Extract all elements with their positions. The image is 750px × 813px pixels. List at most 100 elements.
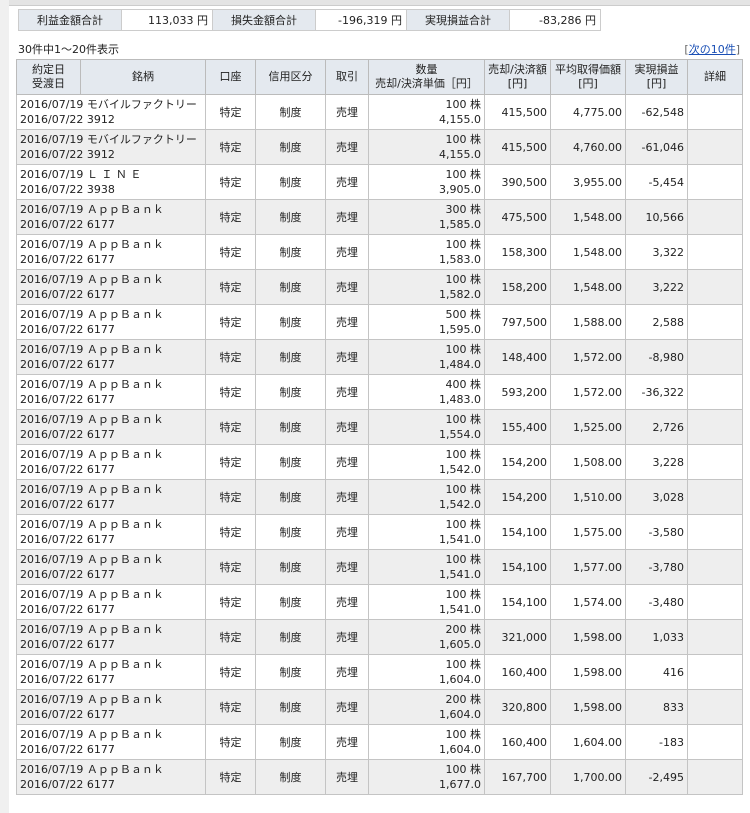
settle-date: 2016/07/22 xyxy=(20,533,84,546)
account-cell: 特定 xyxy=(205,584,256,620)
unit-price: 1,605.0 xyxy=(439,638,481,651)
stock-code: 6177 xyxy=(86,533,115,546)
avg-cost: 1,604.00 xyxy=(573,735,622,749)
stock-code: 6177 xyxy=(86,708,115,721)
dates-name-cell: 2016/07/19 モバイルファクトリー 2016/07/22 3912 xyxy=(16,94,206,130)
detail-cell xyxy=(687,269,743,305)
credit-type: 制度 xyxy=(279,525,302,539)
trade-type: 売埋 xyxy=(336,525,358,539)
amount-cell: 158,300 xyxy=(484,234,551,270)
trade-date: 2016/07/19 xyxy=(20,378,84,391)
settle-date: 2016/07/22 xyxy=(20,463,84,476)
settle-date: 2016/07/22 xyxy=(20,743,84,756)
trade-type: 売埋 xyxy=(336,245,358,259)
stock-code: 6177 xyxy=(86,393,115,406)
settle-date: 2016/07/22 xyxy=(20,603,84,616)
amount: 160,400 xyxy=(501,665,548,679)
credit-type: 制度 xyxy=(279,700,302,714)
quantity: 100 株 xyxy=(445,553,482,566)
account: 特定 xyxy=(219,140,242,154)
dates-name-cell: 2016/07/19 ＡｐｐＢａｎｋ 2016/07/22 6177 xyxy=(16,409,206,445)
account: 特定 xyxy=(219,490,242,504)
credit-cell: 制度 xyxy=(255,269,326,305)
unit-price: 4,155.0 xyxy=(439,113,481,126)
trade-type: 売埋 xyxy=(336,560,358,574)
trade-date: 2016/07/19 xyxy=(20,133,84,146)
credit-cell: 制度 xyxy=(255,409,326,445)
table-row: 2016/07/19 ＡｐｐＢａｎｋ 2016/07/22 6177 特定 制度 … xyxy=(16,409,743,445)
realized-pnl: 10,566 xyxy=(645,210,685,224)
account: 特定 xyxy=(219,630,242,644)
stock-name: Ｌ Ｉ Ｎ Ｅ xyxy=(86,168,142,181)
qty-price-cell: 200 株 1,605.0 xyxy=(368,619,485,655)
account: 特定 xyxy=(219,420,242,434)
table-row: 2016/07/19 ＡｐｐＢａｎｋ 2016/07/22 6177 特定 制度 … xyxy=(16,584,743,620)
amount: 154,100 xyxy=(501,525,548,539)
realized-pnl: -62,548 xyxy=(641,105,684,119)
settle-date: 2016/07/22 xyxy=(20,498,84,511)
unit-price: 1,554.0 xyxy=(439,428,481,441)
unit-price: 4,155.0 xyxy=(439,148,481,161)
qty-price-cell: 100 株 4,155.0 xyxy=(368,129,485,165)
trade-type: 売埋 xyxy=(336,385,358,399)
stock-name: ＡｐｐＢａｎｋ xyxy=(86,728,164,741)
realized-pnl: 833 xyxy=(663,700,684,714)
pnl-cell: 2,726 xyxy=(625,409,688,445)
stock-code: 6177 xyxy=(86,778,115,791)
credit-type: 制度 xyxy=(279,385,302,399)
stock-code: 3912 xyxy=(86,148,115,161)
unit-price: 1,483.0 xyxy=(439,393,481,406)
settle-date: 2016/07/22 xyxy=(20,673,84,686)
avg-cell: 1,572.00 xyxy=(550,374,626,410)
dates-name-cell: 2016/07/19 モバイルファクトリー 2016/07/22 3912 xyxy=(16,129,206,165)
amount: 154,100 xyxy=(501,560,548,574)
header-pnl: 実現損益 [円] xyxy=(625,59,688,95)
avg-cell: 1,572.00 xyxy=(550,339,626,375)
avg-cost: 1,588.00 xyxy=(573,315,622,329)
header-avg: 平均取得価額 [円] xyxy=(550,59,626,95)
stock-code: 6177 xyxy=(86,743,115,756)
settle-date: 2016/07/22 xyxy=(20,778,84,791)
dates-name-cell: 2016/07/19 ＡｐｐＢａｎｋ 2016/07/22 6177 xyxy=(16,689,206,725)
unit-price: 3,905.0 xyxy=(439,183,481,196)
credit-cell: 制度 xyxy=(255,234,326,270)
credit-type: 制度 xyxy=(279,245,302,259)
pnl-cell: -62,548 xyxy=(625,94,688,130)
next-page: [次の10件] xyxy=(684,43,740,56)
settle-date: 2016/07/22 xyxy=(20,253,84,266)
qty-price-cell: 100 株 1,541.0 xyxy=(368,584,485,620)
qty-price-cell: 100 株 1,541.0 xyxy=(368,549,485,585)
credit-type: 制度 xyxy=(279,455,302,469)
detail-cell xyxy=(687,759,743,795)
account-cell: 特定 xyxy=(205,514,256,550)
dates-name-cell: 2016/07/19 ＡｐｐＢａｎｋ 2016/07/22 6177 xyxy=(16,374,206,410)
next-page-link[interactable]: 次の10件 xyxy=(689,43,736,56)
header-detail: 詳細 xyxy=(687,59,743,95)
credit-cell: 制度 xyxy=(255,584,326,620)
realized-pnl: 3,222 xyxy=(652,280,685,294)
header-credit: 信用区分 xyxy=(255,59,326,95)
trade-date: 2016/07/19 xyxy=(20,728,84,741)
table-row: 2016/07/19 ＡｐｐＢａｎｋ 2016/07/22 6177 特定 制度 … xyxy=(16,444,743,480)
detail-cell xyxy=(687,654,743,690)
detail-cell xyxy=(687,374,743,410)
detail-cell xyxy=(687,444,743,480)
amount: 321,000 xyxy=(501,630,548,644)
table-row: 2016/07/19 ＡｐｐＢａｎｋ 2016/07/22 6177 特定 制度 … xyxy=(16,724,743,760)
unit-price: 1,604.0 xyxy=(439,708,481,721)
avg-cell: 4,760.00 xyxy=(550,129,626,165)
unit-price: 1,604.0 xyxy=(439,743,481,756)
detail-cell xyxy=(687,304,743,340)
amount-cell: 415,500 xyxy=(484,94,551,130)
realized-pnl: -183 xyxy=(659,735,684,749)
stock-name: ＡｐｐＢａｎｋ xyxy=(86,623,164,636)
detail-cell xyxy=(687,234,743,270)
avg-cell: 1,700.00 xyxy=(550,759,626,795)
settle-date: 2016/07/22 xyxy=(20,323,84,336)
account-cell: 特定 xyxy=(205,339,256,375)
trade-date: 2016/07/19 xyxy=(20,273,84,286)
qty-price-cell: 100 株 1,554.0 xyxy=(368,409,485,445)
table-row: 2016/07/19 ＡｐｐＢａｎｋ 2016/07/22 6177 特定 制度 … xyxy=(16,269,743,305)
avg-cost: 1,700.00 xyxy=(573,770,622,784)
avg-cell: 1,604.00 xyxy=(550,724,626,760)
